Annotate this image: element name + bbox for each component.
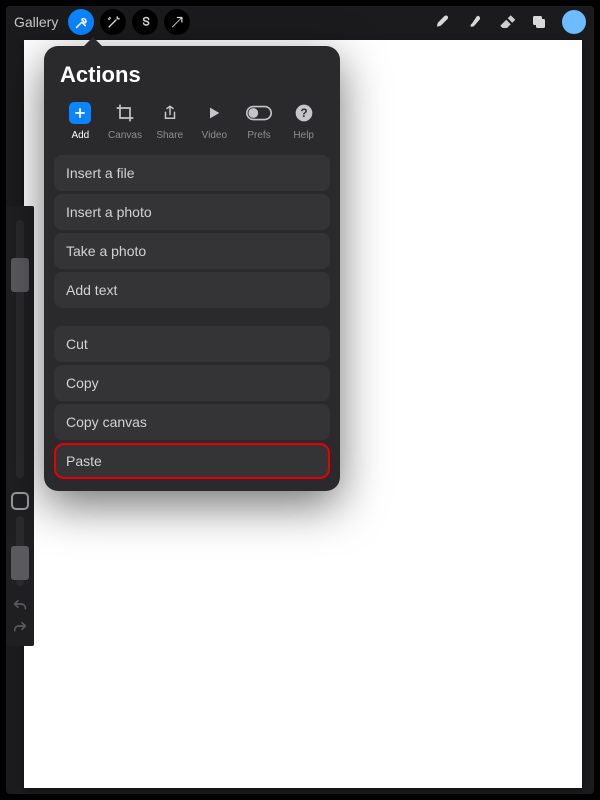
redo-icon[interactable]: [12, 620, 28, 636]
color-swatch[interactable]: [562, 10, 586, 34]
tab-prefs[interactable]: Prefs: [237, 102, 282, 141]
plus-icon: [69, 102, 91, 124]
action-take-photo[interactable]: Take a photo: [54, 233, 330, 269]
brush-size-slider[interactable]: [16, 220, 24, 478]
tab-video[interactable]: Video: [192, 102, 237, 141]
action-cut[interactable]: Cut: [54, 326, 330, 362]
tab-label: Add: [71, 130, 89, 141]
gallery-button[interactable]: Gallery: [14, 14, 58, 30]
actions-item-list: Insert a file Insert a photo Take a phot…: [54, 153, 330, 479]
smudge-icon[interactable]: [462, 9, 488, 35]
action-add-text[interactable]: Add text: [54, 272, 330, 308]
transform-arrow-icon[interactable]: [164, 9, 190, 35]
slider-thumb[interactable]: [11, 258, 29, 292]
undo-icon[interactable]: [12, 598, 28, 614]
tab-label: Video: [202, 130, 227, 141]
modify-button[interactable]: [11, 492, 29, 510]
popover-tabs: Add Canvas Share Video Prefs ? Help: [54, 102, 330, 153]
list-gap: [54, 311, 330, 323]
tab-label: Share: [156, 130, 183, 141]
tab-add[interactable]: Add: [58, 102, 103, 141]
tab-help[interactable]: ? Help: [281, 102, 326, 141]
tab-label: Help: [293, 130, 314, 141]
actions-popover: Actions Add Canvas Share Video Prefs: [44, 46, 340, 491]
help-icon: ?: [291, 102, 317, 124]
tab-label: Canvas: [108, 130, 142, 141]
app-frame: Gallery: [6, 6, 594, 794]
tab-share[interactable]: Share: [147, 102, 192, 141]
action-copy-canvas[interactable]: Copy canvas: [54, 404, 330, 440]
selection-s-icon[interactable]: [132, 9, 158, 35]
action-paste[interactable]: Paste: [54, 443, 330, 479]
svg-text:?: ?: [300, 107, 307, 120]
adjustments-wand-icon[interactable]: [100, 9, 126, 35]
tab-label: Prefs: [247, 130, 270, 141]
top-toolbar: Gallery: [6, 6, 594, 38]
action-insert-file[interactable]: Insert a file: [54, 155, 330, 191]
opacity-slider[interactable]: [16, 516, 24, 586]
tab-canvas[interactable]: Canvas: [103, 102, 148, 141]
popover-title: Actions: [54, 60, 330, 102]
toggle-icon: [246, 102, 272, 124]
layers-icon[interactable]: [526, 9, 552, 35]
brush-icon[interactable]: [430, 9, 456, 35]
side-rail: [6, 206, 34, 646]
undo-redo-group: [12, 592, 28, 646]
action-copy[interactable]: Copy: [54, 365, 330, 401]
crop-icon: [112, 102, 138, 124]
actions-wrench-icon[interactable]: [68, 9, 94, 35]
play-icon: [201, 102, 227, 124]
share-icon: [157, 102, 183, 124]
action-insert-photo[interactable]: Insert a photo: [54, 194, 330, 230]
eraser-icon[interactable]: [494, 9, 520, 35]
slider-thumb[interactable]: [11, 546, 29, 580]
